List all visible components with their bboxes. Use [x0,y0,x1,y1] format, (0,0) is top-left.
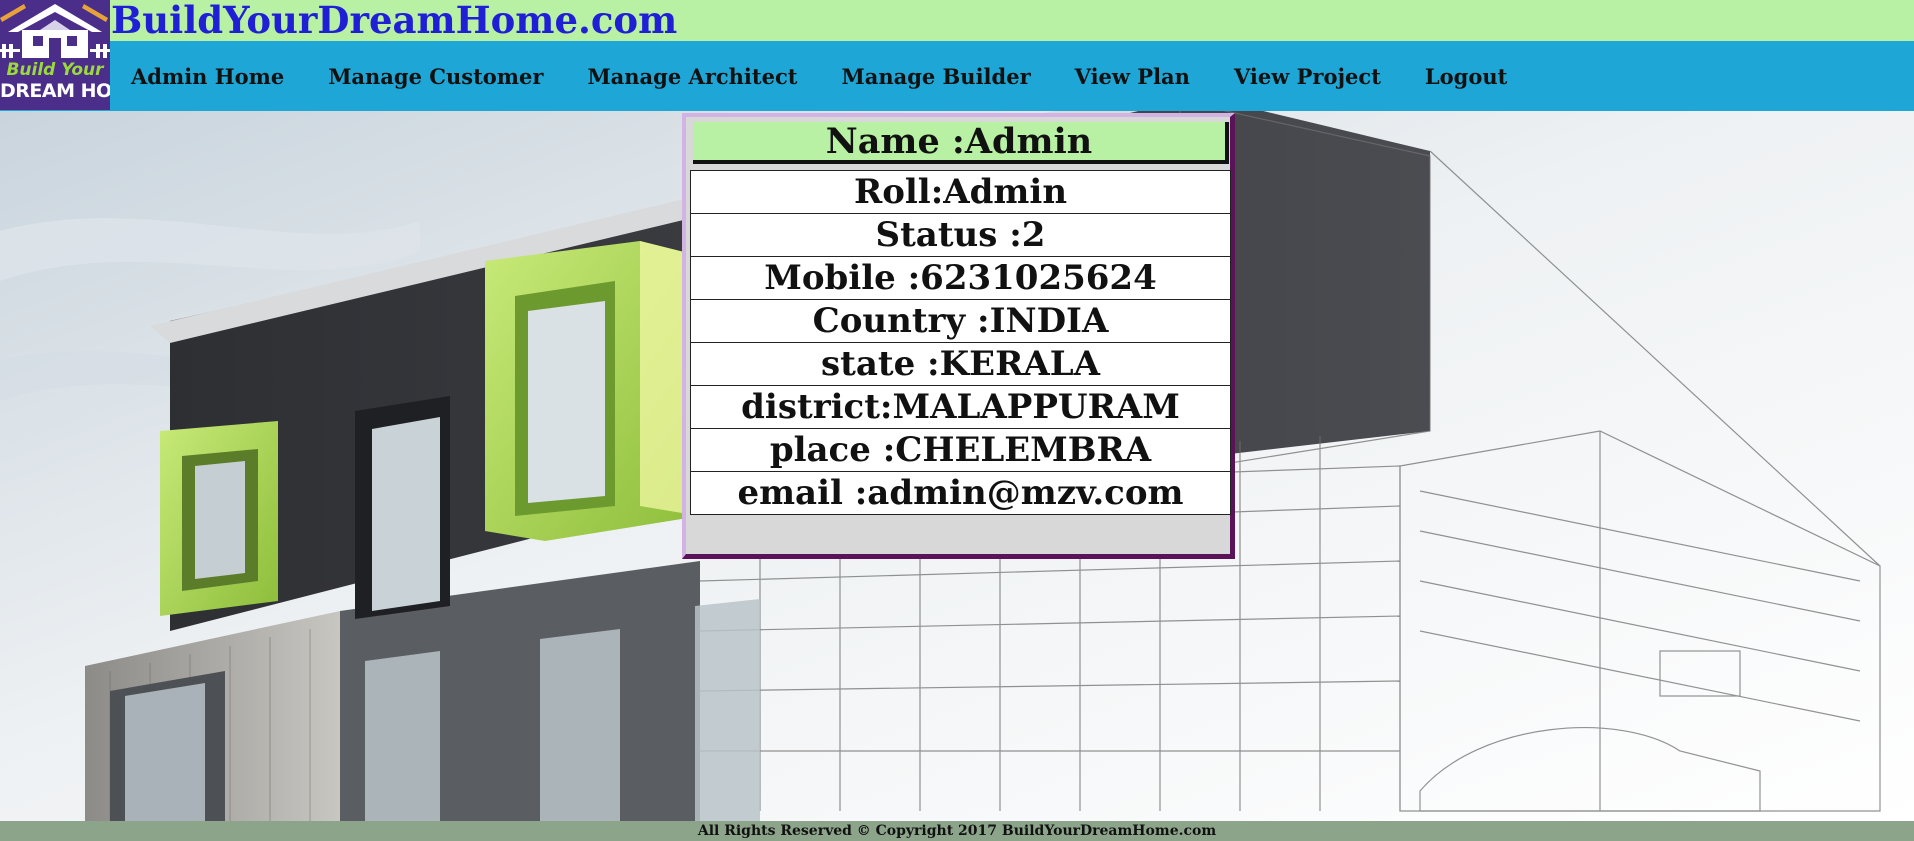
profile-place: place :CHELEMBRA [690,428,1231,471]
site-title[interactable]: BuildYourDreamHome.com [111,0,677,41]
nav-manage-customer[interactable]: Manage Customer [328,64,543,89]
profile-details: Roll:Admin Status :2 Mobile :6231025624 … [690,170,1231,515]
profile-country: Country :INDIA [690,299,1231,342]
profile-name: Name :Admin [693,122,1229,164]
profile-card: Name :Admin Roll:Admin Status :2 Mobile … [682,113,1235,559]
profile-role: Roll:Admin [690,170,1231,213]
nav-view-plan[interactable]: View Plan [1075,64,1190,89]
footer-copyright: All Rights Reserved © Copyright 2017 Bui… [0,821,1914,841]
main-nav: Admin Home Manage Customer Manage Archit… [131,41,1507,111]
nav-logout[interactable]: Logout [1425,64,1507,89]
profile-district: district:MALAPPURAM [690,385,1231,428]
nav-manage-builder[interactable]: Manage Builder [841,64,1030,89]
profile-mobile: Mobile :6231025624 [690,256,1231,299]
logo-text-line1: Build Your [6,60,104,80]
site-logo[interactable]: Build Your DREAM HOME [0,0,110,110]
nav-manage-architect[interactable]: Manage Architect [587,64,797,89]
logo-text-line2: DREAM HOME [0,80,110,102]
profile-email: email :admin@mzv.com [690,471,1231,515]
page: BuildYourDreamHome.com Admin Home Manage… [0,0,1914,841]
profile-status: Status :2 [690,213,1231,256]
nav-view-project[interactable]: View Project [1234,64,1381,89]
nav-admin-home[interactable]: Admin Home [131,64,284,89]
profile-state: state :KERALA [690,342,1231,385]
